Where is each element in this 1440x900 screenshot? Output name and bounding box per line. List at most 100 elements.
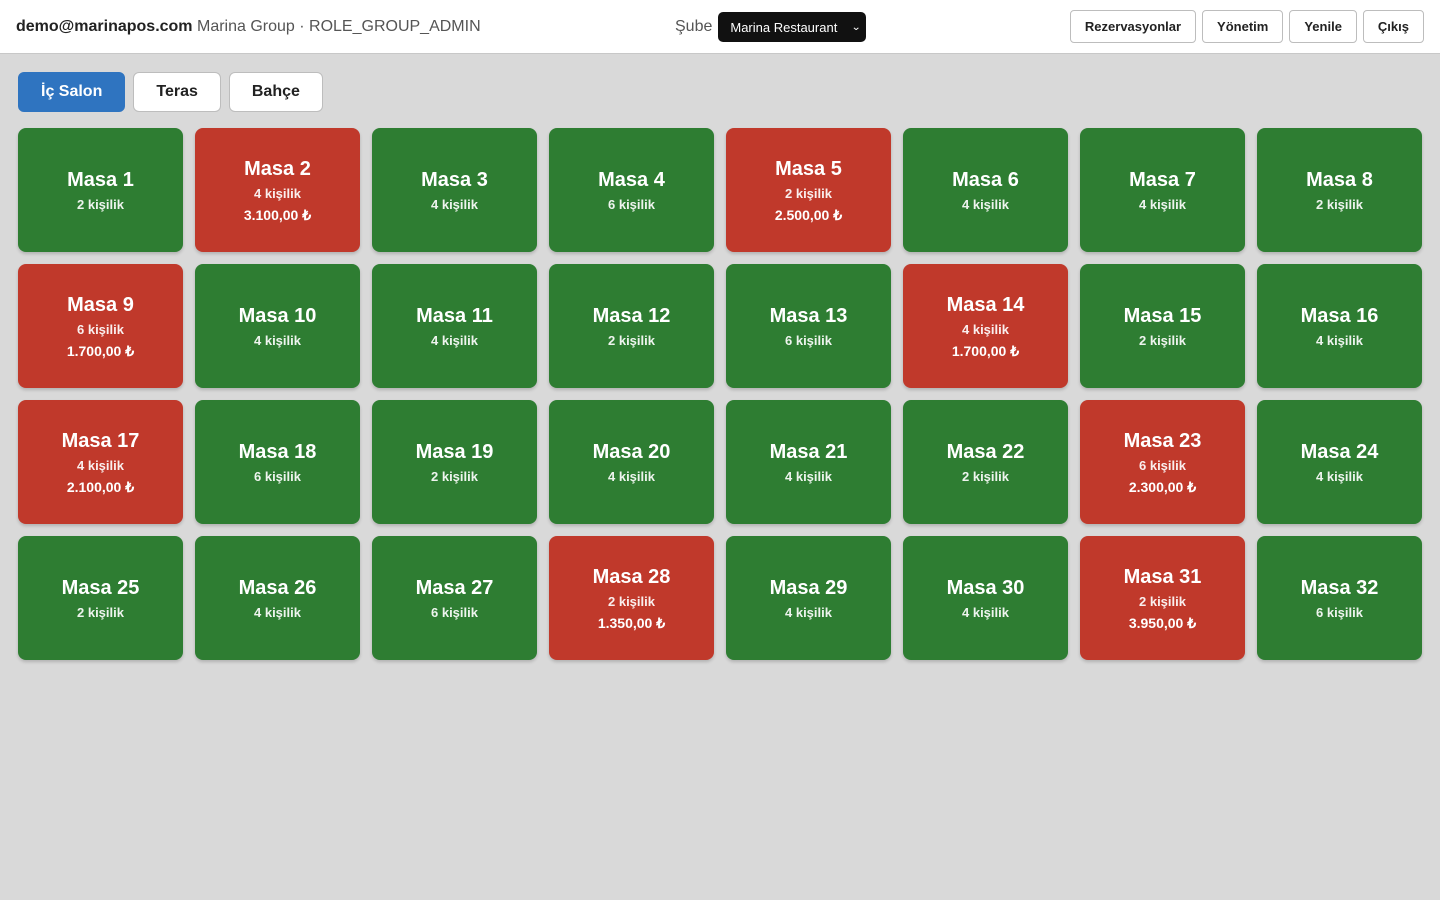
- table-capacity: 4 kişilik: [785, 468, 832, 484]
- table-name: Masa 4: [598, 168, 665, 191]
- tab-bahce[interactable]: Bahçe: [228, 72, 323, 112]
- table-total: 2.300,00 ₺: [1128, 478, 1197, 495]
- table-name: Masa 29: [769, 576, 848, 599]
- table-name: Masa 28: [592, 565, 671, 588]
- branch-label: Şube: [675, 18, 713, 35]
- table-capacity: 4 kişilik: [1316, 468, 1363, 484]
- table-capacity: 4 kişilik: [254, 185, 301, 201]
- table-card[interactable]: Masa 16 4 kişilik: [1257, 264, 1422, 388]
- table-total: 2.500,00 ₺: [774, 206, 843, 223]
- user-info: demo@marinapos.com Marina Group · ROLE_G…: [16, 17, 481, 37]
- table-card[interactable]: Masa 4 6 kişilik: [549, 128, 714, 252]
- table-capacity: 2 kişilik: [1139, 332, 1186, 348]
- table-capacity: 4 kişilik: [431, 332, 478, 348]
- table-name: Masa 13: [769, 304, 848, 327]
- table-name: Masa 15: [1123, 304, 1202, 327]
- table-name: Masa 32: [1300, 576, 1379, 599]
- table-total: 3.950,00 ₺: [1128, 614, 1197, 631]
- table-capacity: 6 kişilik: [431, 604, 478, 620]
- table-card[interactable]: Masa 21 4 kişilik: [726, 400, 891, 524]
- table-capacity: 2 kişilik: [1316, 196, 1363, 212]
- table-name: Masa 12: [592, 304, 671, 327]
- table-name: Masa 1: [67, 168, 134, 191]
- table-capacity: 4 kişilik: [1139, 196, 1186, 212]
- table-card[interactable]: Masa 13 6 kişilik: [726, 264, 891, 388]
- table-capacity: 2 kişilik: [1139, 593, 1186, 609]
- table-card[interactable]: Masa 6 4 kişilik: [903, 128, 1068, 252]
- table-capacity: 6 kişilik: [77, 321, 124, 337]
- top-bar: demo@marinapos.com Marina Group · ROLE_G…: [0, 0, 1440, 54]
- refresh-button[interactable]: Yenile: [1289, 10, 1357, 43]
- table-card[interactable]: Masa 28 2 kişilik 1.350,00 ₺: [549, 536, 714, 660]
- table-capacity: 4 kişilik: [1316, 332, 1363, 348]
- table-name: Masa 20: [592, 440, 671, 463]
- table-name: Masa 21: [769, 440, 848, 463]
- table-card[interactable]: Masa 26 4 kişilik: [195, 536, 360, 660]
- table-card[interactable]: Masa 24 4 kişilik: [1257, 400, 1422, 524]
- table-capacity: 4 kişilik: [254, 604, 301, 620]
- section-tabs: İç Salon Teras Bahçe: [18, 72, 323, 112]
- logout-button[interactable]: Çıkış: [1362, 10, 1424, 43]
- table-name: Masa 24: [1300, 440, 1379, 463]
- table-name: Masa 7: [1129, 168, 1196, 191]
- table-name: Masa 9: [67, 293, 134, 316]
- table-name: Masa 31: [1123, 565, 1202, 588]
- table-card[interactable]: Masa 7 4 kişilik: [1080, 128, 1245, 252]
- table-card[interactable]: Masa 5 2 kişilik 2.500,00 ₺: [726, 128, 891, 252]
- branch-select[interactable]: Marina Restaurant ⌄: [718, 12, 867, 42]
- table-card[interactable]: Masa 19 2 kişilik: [372, 400, 537, 524]
- table-card[interactable]: Masa 14 4 kişilik 1.700,00 ₺: [903, 264, 1068, 388]
- table-card[interactable]: Masa 30 4 kişilik: [903, 536, 1068, 660]
- table-capacity: 4 kişilik: [962, 196, 1009, 212]
- table-card[interactable]: Masa 11 4 kişilik: [372, 264, 537, 388]
- header-actions: Rezervasyonlar Yönetim Yenile Çıkış: [1069, 10, 1424, 43]
- table-capacity: 2 kişilik: [785, 185, 832, 201]
- table-card[interactable]: Masa 17 4 kişilik 2.100,00 ₺: [18, 400, 183, 524]
- table-card[interactable]: Masa 27 6 kişilik: [372, 536, 537, 660]
- table-capacity: 6 kişilik: [254, 468, 301, 484]
- table-capacity: 6 kişilik: [608, 196, 655, 212]
- table-total: 3.100,00 ₺: [243, 206, 312, 223]
- user-email: demo@marinapos.com: [16, 18, 193, 35]
- table-name: Masa 14: [946, 293, 1025, 316]
- table-card[interactable]: Masa 29 4 kişilik: [726, 536, 891, 660]
- table-card[interactable]: Masa 15 2 kişilik: [1080, 264, 1245, 388]
- table-card[interactable]: Masa 8 2 kişilik: [1257, 128, 1422, 252]
- table-capacity: 2 kişilik: [608, 593, 655, 609]
- tab-ic-salon[interactable]: İç Salon: [18, 72, 126, 112]
- table-total: 1.700,00 ₺: [66, 342, 135, 359]
- table-card[interactable]: Masa 1 2 kişilik: [18, 128, 183, 252]
- table-card[interactable]: Masa 32 6 kişilik: [1257, 536, 1422, 660]
- table-card[interactable]: Masa 20 4 kişilik: [549, 400, 714, 524]
- table-capacity: 4 kişilik: [962, 321, 1009, 337]
- table-card[interactable]: Masa 22 2 kişilik: [903, 400, 1068, 524]
- table-capacity: 2 kişilik: [77, 196, 124, 212]
- table-capacity: 6 kişilik: [1316, 604, 1363, 620]
- table-name: Masa 27: [415, 576, 494, 599]
- table-name: Masa 3: [421, 168, 488, 191]
- table-card[interactable]: Masa 10 4 kişilik: [195, 264, 360, 388]
- management-button[interactable]: Yönetim: [1202, 10, 1284, 43]
- chevron-down-icon: ⌄: [851, 21, 862, 33]
- table-name: Masa 17: [61, 429, 140, 452]
- table-card[interactable]: Masa 25 2 kişilik: [18, 536, 183, 660]
- table-card[interactable]: Masa 12 2 kişilik: [549, 264, 714, 388]
- table-card[interactable]: Masa 23 6 kişilik 2.300,00 ₺: [1080, 400, 1245, 524]
- table-capacity: 4 kişilik: [962, 604, 1009, 620]
- table-capacity: 2 kişilik: [962, 468, 1009, 484]
- table-card[interactable]: Masa 18 6 kişilik: [195, 400, 360, 524]
- table-name: Masa 11: [416, 304, 493, 327]
- table-capacity: 4 kişilik: [77, 457, 124, 473]
- table-card[interactable]: Masa 2 4 kişilik 3.100,00 ₺: [195, 128, 360, 252]
- table-capacity: 4 kişilik: [608, 468, 655, 484]
- table-name: Masa 30: [946, 576, 1025, 599]
- table-name: Masa 10: [238, 304, 317, 327]
- table-card[interactable]: Masa 3 4 kişilik: [372, 128, 537, 252]
- table-name: Masa 2: [244, 157, 311, 180]
- reservations-button[interactable]: Rezervasyonlar: [1069, 10, 1197, 43]
- table-card[interactable]: Masa 31 2 kişilik 3.950,00 ₺: [1080, 536, 1245, 660]
- table-name: Masa 26: [238, 576, 317, 599]
- table-card[interactable]: Masa 9 6 kişilik 1.700,00 ₺: [18, 264, 183, 388]
- table-name: Masa 19: [415, 440, 494, 463]
- tab-teras[interactable]: Teras: [133, 72, 221, 112]
